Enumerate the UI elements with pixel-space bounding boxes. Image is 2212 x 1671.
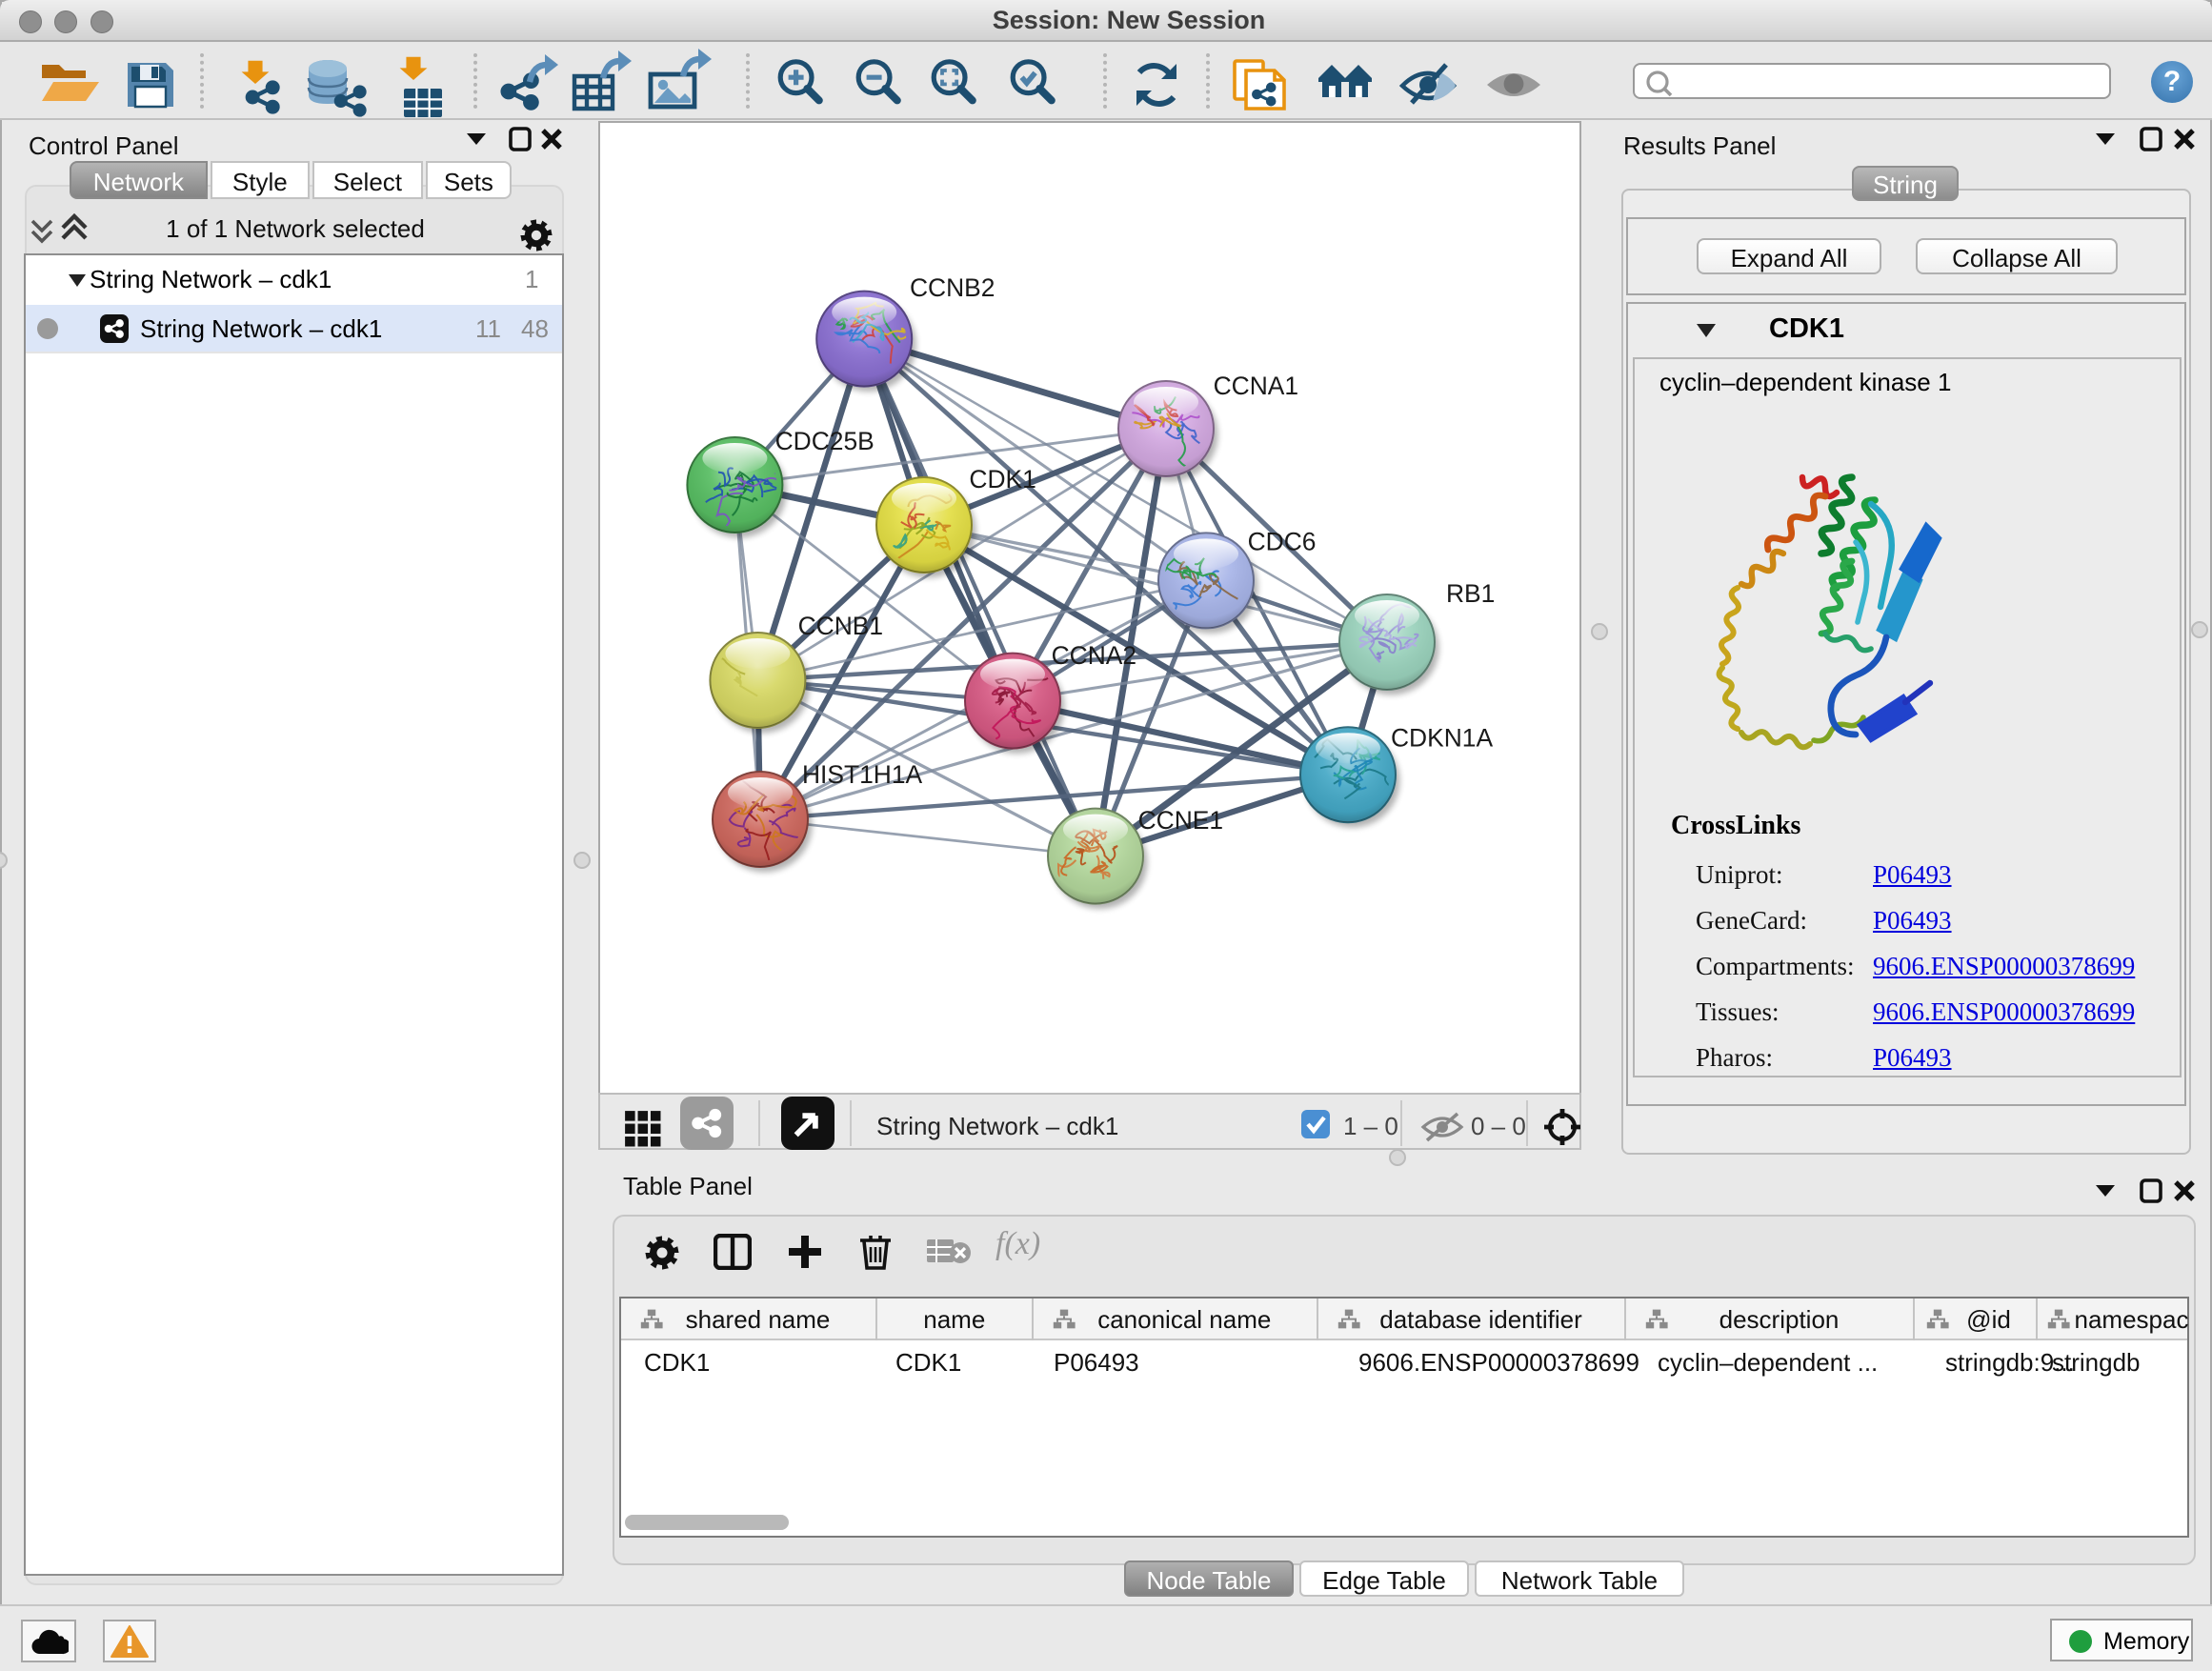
svg-text:CCNE1: CCNE1 (1138, 806, 1223, 835)
svg-text:CDK1: CDK1 (969, 465, 1036, 493)
svg-text:CCNA1: CCNA1 (1214, 372, 1298, 400)
svg-text:HIST1H1A: HIST1H1A (802, 760, 923, 789)
svg-text:CCNA2: CCNA2 (1052, 641, 1136, 670)
svg-text:1 of 1 Network selected: 1 of 1 Network selected (166, 214, 425, 243)
svg-text:CDC6: CDC6 (1248, 527, 1317, 555)
svg-text:CCNB2: CCNB2 (910, 273, 995, 302)
svg-text:RB1: RB1 (1446, 579, 1495, 608)
svg-text:CDKN1A: CDKN1A (1391, 723, 1493, 752)
svg-text:CCNB1: CCNB1 (798, 612, 883, 640)
svg-text:CDC25B: CDC25B (775, 427, 875, 455)
